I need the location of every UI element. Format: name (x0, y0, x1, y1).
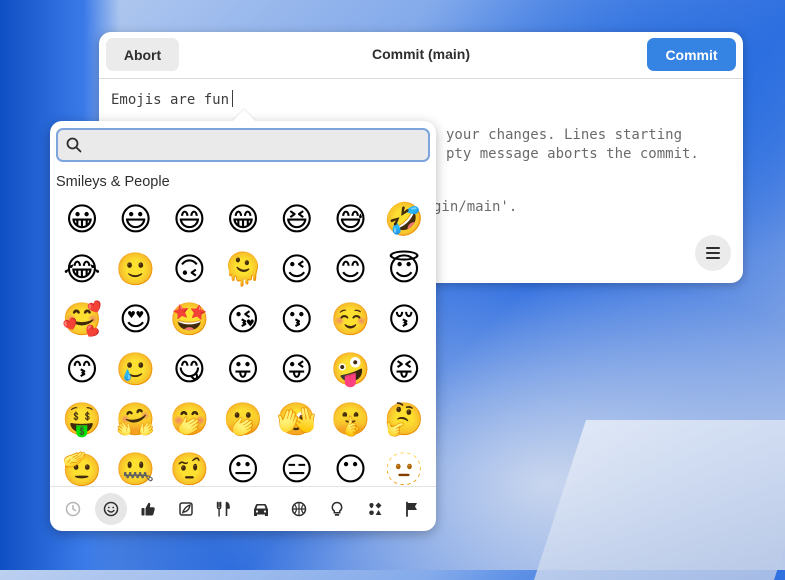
emoji-item[interactable]: 🤨 (164, 446, 214, 487)
category-nature[interactable] (170, 493, 202, 525)
emoji-item[interactable]: 😑 (272, 446, 322, 487)
category-activities[interactable] (283, 493, 315, 525)
commit-button[interactable]: Commit (647, 38, 736, 71)
category-symbols[interactable] (359, 493, 391, 525)
emoji-search[interactable] (56, 128, 430, 162)
category-recent[interactable] (57, 493, 89, 525)
category-food[interactable] (207, 493, 239, 525)
emoji-item[interactable]: 😄 (164, 196, 214, 242)
text-caret (232, 90, 234, 107)
emoji-item[interactable]: 😆 (272, 196, 322, 242)
emoji-item[interactable]: 😂 (57, 246, 107, 292)
flag-icon (406, 501, 417, 517)
emoji-item[interactable]: 😚 (379, 296, 429, 342)
emoji-item[interactable]: 🫢 (218, 396, 268, 442)
car-icon (254, 504, 268, 516)
emoji-item[interactable]: 🫠 (218, 246, 268, 292)
category-travel[interactable] (245, 493, 277, 525)
search-input[interactable] (88, 130, 424, 162)
emoji-item[interactable]: 😁 (218, 196, 268, 242)
emoji-item[interactable]: 😇 (379, 246, 429, 292)
emoji-item[interactable]: 😜 (272, 346, 322, 392)
category-objects[interactable] (321, 493, 353, 525)
emoji-item[interactable]: 🤫 (326, 396, 376, 442)
emoji-item[interactable]: 😋 (164, 346, 214, 392)
emoji-item[interactable]: 😀 (57, 196, 107, 242)
category-bar (50, 486, 436, 531)
emoji-item[interactable]: 😊 (326, 246, 376, 292)
emoji-item[interactable]: 🤔 (379, 396, 429, 442)
emoji-item[interactable]: 🫣 (272, 396, 322, 442)
magnifier-icon (66, 137, 82, 153)
commit-message-text: Emojis are fun (111, 92, 230, 108)
category-smileys[interactable] (95, 493, 127, 525)
fork-knife-icon (216, 501, 230, 517)
thumbs-up-icon (141, 502, 155, 516)
emoji-item[interactable]: 🤣 (379, 196, 429, 242)
dialog-header: Abort Commit (main) Commit (99, 32, 743, 79)
smiley-icon (103, 501, 119, 517)
emoji-item[interactable]: 🙃 (164, 246, 214, 292)
emoji-item[interactable]: 🤐 (111, 446, 161, 487)
wallpaper-shape (534, 420, 785, 580)
hamburger-menu-icon (706, 247, 720, 259)
category-people[interactable] (132, 493, 164, 525)
category-flags[interactable] (396, 493, 428, 525)
emoji-item[interactable]: 😉 (272, 246, 322, 292)
menu-button[interactable] (695, 235, 731, 271)
emoji-item[interactable]: 🫡 (57, 446, 107, 487)
emoji-item[interactable]: 😛 (218, 346, 268, 392)
emoji-grid: 😀 😃 😄 😁 😆 😅 🤣 😂 🙂 🙃 🫠 😉 😊 😇 🥰 😍 🤩 😘 😗 ☺️ 😚 😙 🥲 😋 😛 😜 🤪 😝 🤑 🤗 🤭 🫢 🫣 🤫 🤔 🫡 🤐 🤨 😐… (56, 195, 430, 487)
emoji-item[interactable]: 🥲 (111, 346, 161, 392)
lightbulb-icon (331, 501, 343, 516)
emoji-item[interactable]: 😍 (111, 296, 161, 342)
section-title: Smileys & People (56, 174, 170, 190)
comment-line: gin/main'. (433, 199, 518, 215)
emoji-item[interactable]: 🥰 (57, 296, 107, 342)
emoji-item[interactable]: 🫥 (379, 446, 429, 487)
emoji-item[interactable]: 🤪 (326, 346, 376, 392)
comment-line: your changes. Lines starting (446, 127, 683, 143)
emoji-item[interactable]: 🤩 (164, 296, 214, 342)
emoji-item[interactable]: 😐 (218, 446, 268, 487)
ball-icon (291, 501, 307, 517)
emoji-item[interactable]: 😃 (111, 196, 161, 242)
emoji-item[interactable]: 🤑 (57, 396, 107, 442)
emoji-item[interactable]: 😙 (57, 346, 107, 392)
emoji-item[interactable]: 🤗 (111, 396, 161, 442)
symbols-icon (369, 502, 382, 516)
emoji-item[interactable]: 🙂 (111, 246, 161, 292)
leaf-icon (179, 502, 193, 516)
emoji-item[interactable]: 😗 (272, 296, 322, 342)
comment-line: pty message aborts the commit. (446, 146, 699, 162)
emoji-item[interactable]: 🤭 (164, 396, 214, 442)
emoji-item[interactable]: 😝 (379, 346, 429, 392)
clock-icon (65, 501, 81, 517)
emoji-item[interactable]: 😶 (326, 446, 376, 487)
emoji-item[interactable]: ☺️ (326, 296, 376, 342)
emoji-item[interactable]: 😅 (326, 196, 376, 242)
emoji-picker: Smileys & People 😀 😃 😄 😁 😆 😅 🤣 😂 🙂 🙃 🫠 😉 😊 😇 🥰 😍 🤩 😘 😗 ☺️ 😚 😙… (50, 109, 436, 531)
emoji-item[interactable]: 😘 (218, 296, 268, 342)
